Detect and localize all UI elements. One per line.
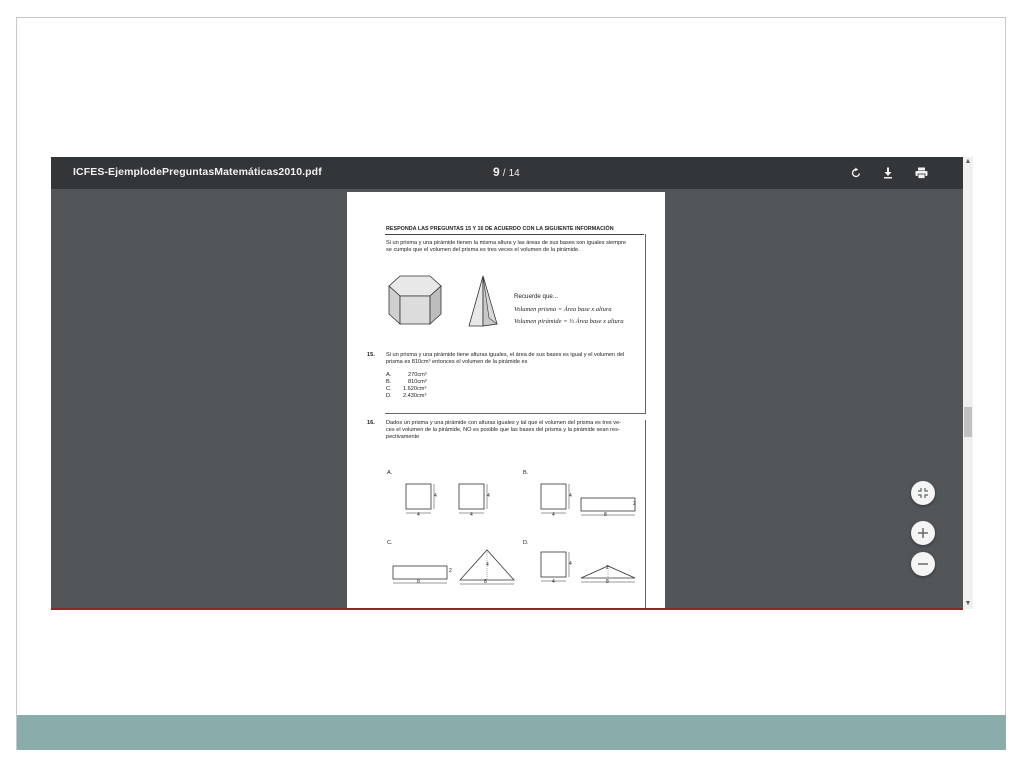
q15-option-d-letter: D.	[386, 393, 392, 399]
q16-option-a-label: A.	[387, 470, 393, 476]
scroll-down-arrow-icon[interactable]: ▼	[963, 599, 973, 609]
total-pages: 14	[508, 168, 520, 179]
intro-line-1: Si un prisma y una pirámide tienen la mi…	[386, 240, 627, 246]
viewer-bottom-border	[51, 608, 963, 610]
dim-label: 2	[449, 568, 452, 574]
q16-line-2: ces el volumen de la pirámide, NO es pos…	[386, 427, 620, 433]
q16-line-3: pectivamente	[386, 434, 420, 440]
download-button[interactable]	[880, 165, 896, 181]
q15-option-b-letter: B.	[386, 379, 392, 385]
dim-label: 8	[604, 512, 607, 518]
dim-label: 4	[552, 579, 555, 585]
download-icon	[884, 167, 892, 179]
q15-option-a-text: 270cm³	[408, 372, 427, 378]
dim-label: 8	[417, 579, 420, 585]
dim-label: 4	[569, 561, 572, 567]
section-divider	[385, 413, 646, 414]
print-button[interactable]	[913, 165, 929, 181]
zoom-in-button[interactable]	[911, 521, 935, 545]
q15-line-2: prisma es 810cm³ entonces el volumen de …	[386, 359, 528, 365]
scroll-up-arrow-icon[interactable]: ▲	[963, 157, 973, 167]
zoom-out-button[interactable]	[911, 552, 935, 576]
zoom-in-icon	[918, 528, 928, 538]
page-heading: RESPONDA LAS PREGUNTAS 15 Y 16 DE ACUERD…	[386, 226, 614, 232]
q15-option-d-text: 2.430cm³	[403, 393, 427, 399]
rotate-button[interactable]	[848, 165, 864, 181]
pdf-toolbar: ICFES-EjemplodePreguntasMatemáticas2010.…	[51, 157, 963, 189]
q15-number: 15.	[367, 352, 375, 358]
formula-prism: Volumen prisma = Área base x altura	[514, 306, 612, 313]
slide-footer-band	[17, 715, 1006, 750]
pdf-viewer[interactable]: ICFES-EjemplodePreguntasMatemáticas2010.…	[51, 157, 973, 609]
q16-option-b-label: B.	[523, 470, 529, 476]
q16-line-1: Dados un prisma y una pirámide con altur…	[386, 420, 622, 426]
dim-label: 4	[487, 493, 490, 499]
q15-option-a-letter: A.	[386, 372, 392, 378]
section-border-right	[645, 234, 646, 414]
dim-label: 4	[552, 512, 555, 518]
q15-option-b-text: 810cm³	[408, 379, 427, 385]
option-b-rectangle-base	[580, 497, 636, 516]
dim-label: 4	[470, 512, 473, 518]
pdf-page: RESPONDA LAS PREGUNTAS 15 Y 16 DE ACUERD…	[347, 192, 665, 609]
fit-page-button[interactable]	[911, 481, 935, 505]
dim-label: 2	[633, 501, 636, 507]
hexagonal-prism-figure	[388, 275, 442, 325]
recall-title: Recuerde que...	[514, 293, 559, 300]
fit-page-icon	[918, 488, 928, 498]
heading-rule	[385, 234, 644, 235]
page-separator: /	[502, 168, 506, 179]
dim-label: 4	[434, 493, 437, 499]
option-d-triangle-base	[580, 565, 636, 583]
page-indicator: 9 / 14	[493, 165, 520, 179]
dim-label: 8	[606, 579, 609, 585]
vertical-scrollbar[interactable]: ▲ ▼	[963, 157, 973, 609]
q16-border-right	[645, 420, 646, 609]
pyramid-figure	[468, 275, 498, 327]
q15-line-1: Si un prisma y una pirámide tiene altura…	[386, 352, 625, 358]
dim-label: 2	[606, 565, 609, 571]
document-title: ICFES-EjemplodePreguntasMatemáticas2010.…	[73, 166, 322, 178]
dim-label: 4	[486, 562, 489, 568]
q16-option-c-label: C.	[387, 540, 393, 546]
q15-option-c-text: 1.620cm³	[403, 386, 427, 392]
q16-number: 16.	[367, 420, 375, 426]
print-icon	[915, 167, 927, 179]
q15-option-c-letter: C.	[386, 386, 392, 392]
current-page-input[interactable]: 9	[493, 165, 500, 179]
zoom-out-icon	[918, 563, 928, 565]
dim-label: 4	[417, 512, 420, 518]
dim-label: 4	[569, 493, 572, 499]
option-c-rectangle-base	[392, 565, 448, 584]
scrollbar-thumb[interactable]	[964, 407, 972, 437]
formula-pyramid: Volumen pirámide = ⅓ Área base x altura	[514, 318, 624, 325]
dim-label: 8	[484, 579, 487, 585]
q16-option-d-label: D.	[523, 540, 529, 546]
rotate-icon	[851, 167, 861, 178]
intro-line-2: se cumple que el volumen del prisma es t…	[386, 247, 580, 253]
